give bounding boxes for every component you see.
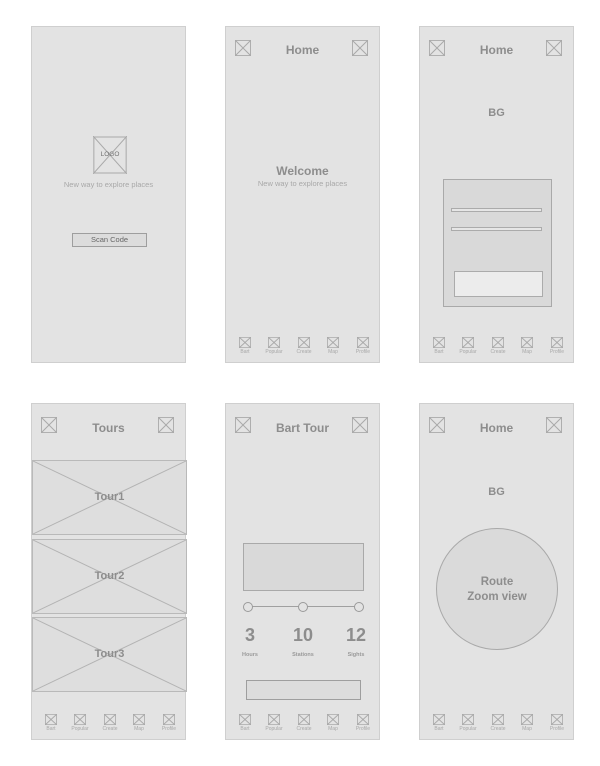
- settings-icon[interactable]: [352, 40, 368, 56]
- tagline: New way to explore places: [257, 179, 348, 188]
- nav-item-label: Profile: [355, 349, 371, 355]
- start-tour-button[interactable]: [246, 680, 361, 700]
- nav-popular-icon: [74, 714, 86, 725]
- nav-item-label: Popular: [459, 726, 477, 732]
- nav-item-label: Profile: [549, 349, 565, 355]
- welcome-title: Welcome: [276, 164, 329, 178]
- tagline: New way to explore places: [63, 180, 154, 189]
- progress-step[interactable]: [243, 602, 253, 612]
- stat-hours-value: 3: [244, 625, 255, 645]
- tours-screen: Tours Tour1 Tour2 Tour3 Bart Popular Creat…: [31, 403, 187, 740]
- bg-label: BG: [488, 486, 505, 498]
- card-line: [451, 227, 542, 231]
- nav-item-label: Map: [522, 726, 532, 732]
- route-zoom-view[interactable]: Route Zoom view: [436, 528, 558, 650]
- logo-text: LOGO: [100, 151, 120, 158]
- nav-bart-icon: [239, 337, 251, 348]
- nav-item-label: Popular: [459, 349, 477, 355]
- nav-popular-icon: [268, 714, 280, 725]
- bottom-nav: Bart Popular Create Map Profile: [420, 714, 573, 734]
- nav-popular-icon: [462, 714, 474, 725]
- nav-item-label: Profile: [161, 726, 177, 732]
- home-bg-screen: Home BG Bart Popular Create Map Profile: [419, 26, 574, 363]
- nav-profile-icon: [357, 337, 369, 348]
- content-card: [443, 179, 552, 307]
- progress-step[interactable]: [354, 602, 364, 612]
- tour-card[interactable]: Tour1: [32, 460, 187, 535]
- nav-popular-icon: [268, 337, 280, 348]
- bottom-nav: Bart Popular Create Map Profile: [226, 337, 379, 357]
- nav-bart-icon: [239, 714, 251, 725]
- stat-sights-label: Sights: [347, 652, 365, 658]
- bottom-nav: Bart Popular Create Map Profile: [420, 337, 573, 357]
- card-action-button[interactable]: [454, 271, 543, 297]
- nav-item-label: Map: [328, 349, 338, 355]
- bart-tour-screen: Bart Tour 3 10 12 Hours Stations Sights …: [225, 403, 380, 740]
- route-label: Route: [480, 576, 514, 588]
- tour-card[interactable]: Tour2: [32, 539, 187, 614]
- settings-icon[interactable]: [546, 40, 562, 56]
- bottom-nav: Bart Popular Create Map Profile: [32, 714, 185, 734]
- settings-icon[interactable]: [352, 417, 368, 433]
- nav-profile-icon: [357, 714, 369, 725]
- nav-item-label: Popular: [265, 726, 283, 732]
- nav-create-icon: [298, 337, 310, 348]
- nav-item-label: Popular: [265, 349, 283, 355]
- nav-popular-icon: [462, 337, 474, 348]
- nav-bart-icon: [433, 337, 445, 348]
- progress-step[interactable]: [298, 602, 308, 612]
- bg-label: BG: [488, 107, 505, 119]
- stat-sights-value: 12: [345, 625, 367, 645]
- stat-hours-label: Hours: [242, 652, 258, 658]
- tour-label: Tour3: [94, 648, 125, 660]
- nav-map-icon: [133, 714, 145, 725]
- tour-image-placeholder: [243, 543, 364, 591]
- welcome-screen: Home Welcome New way to explore places B…: [225, 26, 380, 363]
- nav-map-icon: [327, 337, 339, 348]
- nav-profile-icon: [551, 337, 563, 348]
- splash-screen: LOGO New way to explore places Scan Code: [31, 26, 186, 363]
- tour-label: Tour1: [94, 491, 125, 503]
- nav-create-icon: [492, 714, 504, 725]
- nav-create-icon: [298, 714, 310, 725]
- nav-item-label: Profile: [549, 726, 565, 732]
- nav-map-icon: [521, 337, 533, 348]
- stat-stations-value: 10: [292, 625, 314, 645]
- nav-create-icon: [104, 714, 116, 725]
- nav-item-label: Map: [328, 726, 338, 732]
- nav-profile-icon: [551, 714, 563, 725]
- nav-item-label: Map: [134, 726, 144, 732]
- progress-stepper: [243, 602, 364, 612]
- nav-item-label: Profile: [355, 726, 371, 732]
- card-line: [451, 208, 542, 212]
- tour-card[interactable]: Tour3: [32, 617, 187, 692]
- nav-bart-icon: [433, 714, 445, 725]
- settings-icon[interactable]: [158, 417, 174, 433]
- scan-code-button[interactable]: Scan Code: [72, 233, 147, 247]
- bottom-nav: Bart Popular Create Map Profile: [226, 714, 379, 734]
- nav-map-icon: [521, 714, 533, 725]
- tour-label: Tour2: [94, 570, 125, 582]
- zoom-view-label: Zoom view: [467, 591, 527, 603]
- nav-item-label: Popular: [71, 726, 89, 732]
- settings-icon[interactable]: [546, 417, 562, 433]
- nav-bart-icon: [45, 714, 57, 725]
- nav-item-label: Map: [522, 349, 532, 355]
- nav-create-icon: [492, 337, 504, 348]
- nav-map-icon: [327, 714, 339, 725]
- stat-stations-label: Stations: [292, 652, 314, 658]
- route-screen: Home BG Route Zoom view Bart Popular Creat…: [419, 403, 574, 740]
- nav-profile-icon: [163, 714, 175, 725]
